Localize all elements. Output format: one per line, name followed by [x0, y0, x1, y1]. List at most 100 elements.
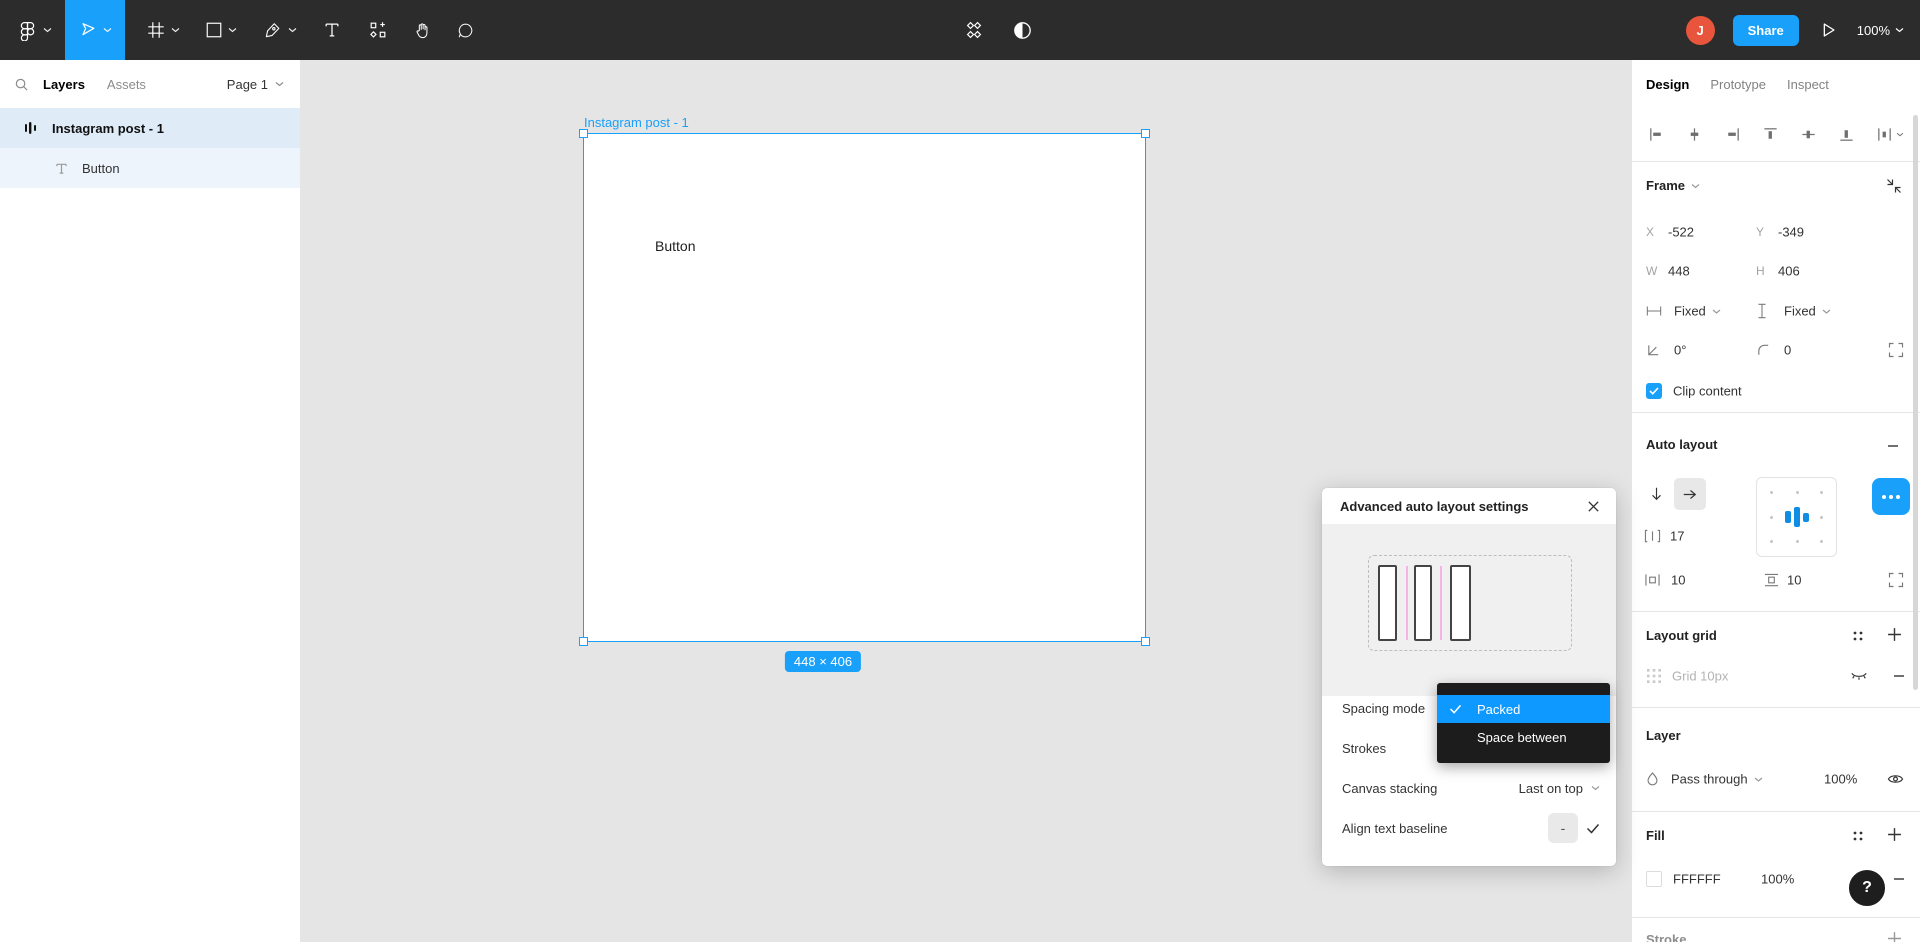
layout-grid-row[interactable]: Grid 10px — [1646, 660, 1912, 692]
layers-panel-header: Layers Assets Page 1 — [0, 60, 300, 108]
chevron-down-icon — [1822, 308, 1831, 314]
add-stroke-icon[interactable] — [1887, 931, 1902, 942]
eye-icon[interactable] — [1887, 773, 1904, 785]
resize-handle-se[interactable] — [1141, 637, 1150, 646]
search-icon[interactable] — [14, 77, 29, 92]
tab-inspect[interactable]: Inspect — [1787, 77, 1829, 92]
zoom-level-dropdown[interactable]: 100% — [1857, 23, 1904, 38]
independent-padding-icon[interactable] — [1888, 572, 1904, 588]
canvas-stacking-dropdown[interactable]: Last on top — [1519, 781, 1600, 796]
horizontal-padding-input[interactable]: 10 — [1671, 573, 1685, 588]
align-horizontal-center-icon[interactable] — [1686, 126, 1703, 143]
main-menu-button[interactable] — [8, 0, 60, 60]
remove-grid-icon[interactable] — [1892, 669, 1906, 683]
resize-handle-nw[interactable] — [579, 129, 588, 138]
y-input[interactable]: -349 — [1778, 225, 1804, 240]
mask-contrast-button[interactable] — [1000, 0, 1044, 60]
resize-handle-sw[interactable] — [579, 637, 588, 646]
chevron-down-icon — [171, 27, 180, 33]
align-right-icon[interactable] — [1724, 126, 1741, 143]
layer-header: Layer — [1646, 728, 1681, 743]
help-button[interactable]: ? — [1846, 867, 1888, 909]
checkmark-icon — [1449, 704, 1465, 714]
clip-content-label: Clip content — [1673, 384, 1742, 399]
remove-auto-layout-icon[interactable] — [1886, 439, 1900, 453]
chevron-down-icon — [228, 27, 237, 33]
x-input[interactable]: -522 — [1668, 225, 1694, 240]
frame-title-label[interactable]: Instagram post - 1 — [584, 115, 689, 130]
chevron-down-icon — [288, 27, 297, 33]
fill-hex-input[interactable]: FFFFFF — [1673, 872, 1721, 887]
add-layout-grid-icon[interactable] — [1887, 627, 1902, 642]
independent-corners-icon[interactable] — [1888, 342, 1904, 358]
panel-scrollbar[interactable] — [1913, 115, 1918, 690]
align-center-bars-icon — [1785, 507, 1809, 527]
tab-assets[interactable]: Assets — [107, 77, 146, 92]
layer-name: Instagram post - 1 — [52, 121, 164, 136]
collapse-panel-icon[interactable] — [1886, 178, 1902, 194]
present-button[interactable] — [1817, 19, 1839, 41]
menu-option-packed[interactable]: Packed — [1437, 695, 1610, 723]
advanced-layout-settings-button[interactable] — [1872, 478, 1910, 515]
item-spacing-input[interactable]: 17 — [1670, 529, 1684, 544]
add-fill-icon[interactable] — [1887, 827, 1902, 842]
shape-tool-button[interactable] — [194, 0, 248, 60]
resize-handle-ne[interactable] — [1141, 129, 1150, 138]
frame-section: Frame X -522 Y -349 W 448 H 406 Fixed Fi… — [1632, 162, 1920, 413]
frame-section-header[interactable]: Frame — [1646, 178, 1700, 193]
vertical-padding-input[interactable]: 10 — [1787, 573, 1801, 588]
height-input[interactable]: 406 — [1778, 264, 1800, 279]
pen-tool-button[interactable] — [252, 0, 308, 60]
fill-opacity-input[interactable]: 100% — [1761, 872, 1794, 887]
checkmark-icon[interactable] — [1586, 823, 1600, 834]
vertical-resizing-icon — [1756, 303, 1768, 319]
comment-tool-button[interactable] — [444, 0, 486, 60]
remove-fill-icon[interactable] — [1892, 872, 1906, 886]
avatar[interactable]: J — [1686, 16, 1715, 45]
alignment-widget[interactable] — [1756, 477, 1837, 557]
selected-frame[interactable]: Button — [584, 134, 1145, 641]
vertical-resizing-dropdown[interactable]: Fixed — [1784, 304, 1831, 319]
pen-tool-icon — [263, 20, 283, 40]
share-button[interactable]: Share — [1733, 15, 1799, 46]
eye-closed-icon[interactable] — [1850, 670, 1868, 682]
direction-vertical-button[interactable] — [1640, 478, 1672, 510]
frame-section-title: Frame — [1646, 178, 1685, 193]
align-baseline-toggle[interactable]: - — [1548, 813, 1578, 843]
tab-prototype[interactable]: Prototype — [1710, 77, 1766, 92]
hand-tool-button[interactable] — [402, 0, 442, 60]
layer-row-frame[interactable]: Instagram post - 1 — [0, 108, 300, 148]
frame-button-text[interactable]: Button — [655, 238, 695, 254]
page-selector[interactable]: Page 1 — [227, 77, 284, 92]
text-tool-button[interactable] — [312, 0, 352, 60]
clip-content-checkbox[interactable] — [1646, 383, 1662, 399]
move-tool-button[interactable] — [65, 0, 125, 60]
corner-radius-input[interactable]: 0 — [1784, 343, 1791, 358]
frame-tool-button[interactable] — [136, 0, 190, 60]
resources-tool-button[interactable] — [356, 0, 400, 60]
fill-color-swatch[interactable] — [1646, 871, 1662, 887]
layer-row-text[interactable]: Button — [0, 148, 300, 188]
layer-title: Layer — [1646, 728, 1681, 743]
blend-mode-dropdown[interactable]: Pass through — [1671, 772, 1763, 787]
width-input[interactable]: 448 — [1668, 264, 1690, 279]
component-actions-button[interactable] — [952, 0, 996, 60]
direction-horizontal-button[interactable] — [1674, 478, 1706, 510]
grid-styles-icon[interactable] — [1852, 630, 1864, 642]
fill-styles-icon[interactable] — [1852, 830, 1864, 842]
alignment-toolbar — [1632, 108, 1920, 162]
grid-dots-icon — [1646, 668, 1662, 684]
align-top-icon[interactable] — [1762, 126, 1779, 143]
layer-opacity-input[interactable]: 100% — [1824, 772, 1857, 787]
distribute-spacing-icon[interactable] — [1876, 126, 1904, 143]
rotation-input[interactable]: 0° — [1674, 343, 1686, 358]
align-bottom-icon[interactable] — [1838, 126, 1855, 143]
align-vertical-center-icon[interactable] — [1800, 126, 1817, 143]
menu-option-space-between[interactable]: Space between — [1437, 723, 1610, 751]
tab-design[interactable]: Design — [1646, 77, 1689, 92]
hand-icon — [413, 21, 432, 40]
tab-layers[interactable]: Layers — [43, 77, 85, 92]
close-icon[interactable] — [1587, 500, 1600, 513]
align-left-icon[interactable] — [1648, 126, 1665, 143]
horizontal-resizing-dropdown[interactable]: Fixed — [1674, 304, 1721, 319]
